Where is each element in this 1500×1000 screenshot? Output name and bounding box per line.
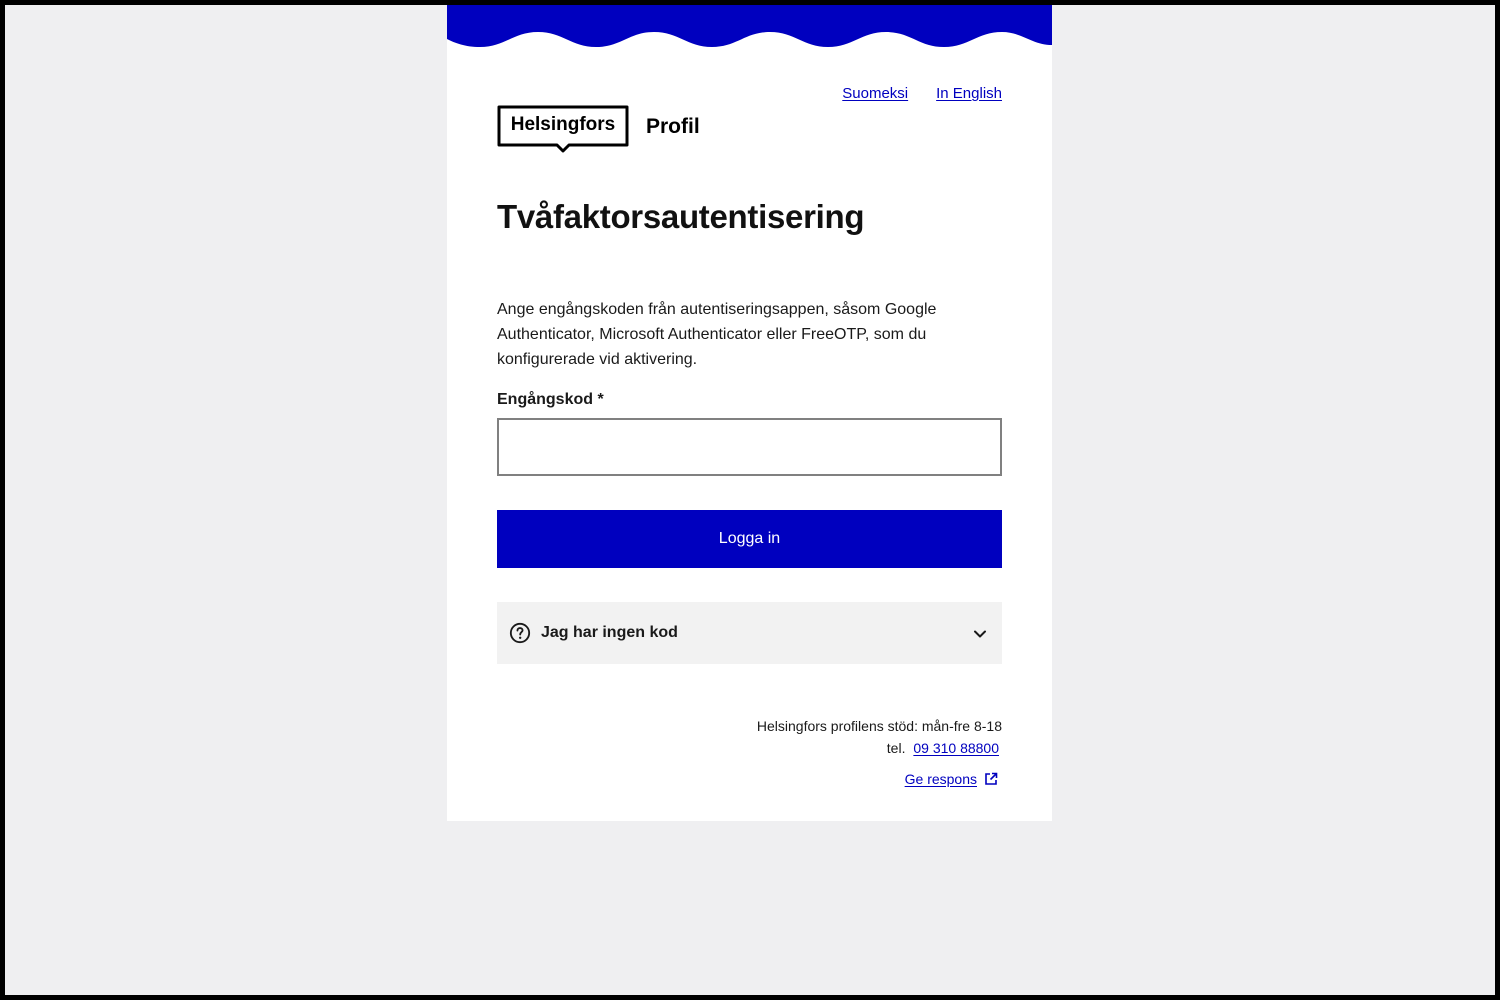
one-time-code-input[interactable] [497, 418, 1002, 476]
question-circle-icon [509, 622, 531, 644]
login-button[interactable]: Logga in [497, 510, 1002, 568]
phone-link[interactable]: 09 310 88800 [913, 740, 999, 756]
page-background: Suomeksi In English Helsingfors Profil T… [5, 5, 1495, 995]
login-card: Suomeksi In English Helsingfors Profil T… [447, 5, 1052, 821]
wave-header-decoration [447, 5, 1052, 47]
support-hours: Helsingfors profilens stöd: mån-fre 8-18 [756, 718, 1002, 734]
app-name: Profil [646, 115, 700, 138]
language-link-finnish[interactable]: Suomeksi [842, 85, 908, 102]
language-switcher: Suomeksi In English [842, 85, 1002, 102]
helsinki-logo[interactable]: Helsingfors [497, 105, 629, 153]
page-title: Tvåfaktorsautentisering [497, 198, 865, 235]
support-phone-row: tel. 09 310 88800 [757, 737, 1002, 759]
phone-prefix: tel. [886, 740, 906, 756]
feedback-row[interactable]: Ge respons [905, 771, 998, 787]
no-code-accordion-label: Jag har ingen kod [541, 624, 678, 641]
feedback-link[interactable]: Ge respons [905, 771, 977, 787]
no-code-accordion[interactable]: Jag har ingen kod [497, 602, 1002, 664]
instructions-text: Ange engångskoden från autentiseringsapp… [497, 301, 937, 368]
language-link-english[interactable]: In English [936, 85, 1002, 102]
external-link-icon [985, 772, 998, 785]
chevron-down-icon [974, 630, 986, 638]
code-field-label: Engångskod * [497, 391, 604, 408]
support-info: Helsingfors profilens stöd: mån-fre 8-18… [757, 715, 1002, 759]
brand: Helsingfors Profil [497, 105, 700, 153]
logo-text: Helsingfors [510, 114, 616, 135]
